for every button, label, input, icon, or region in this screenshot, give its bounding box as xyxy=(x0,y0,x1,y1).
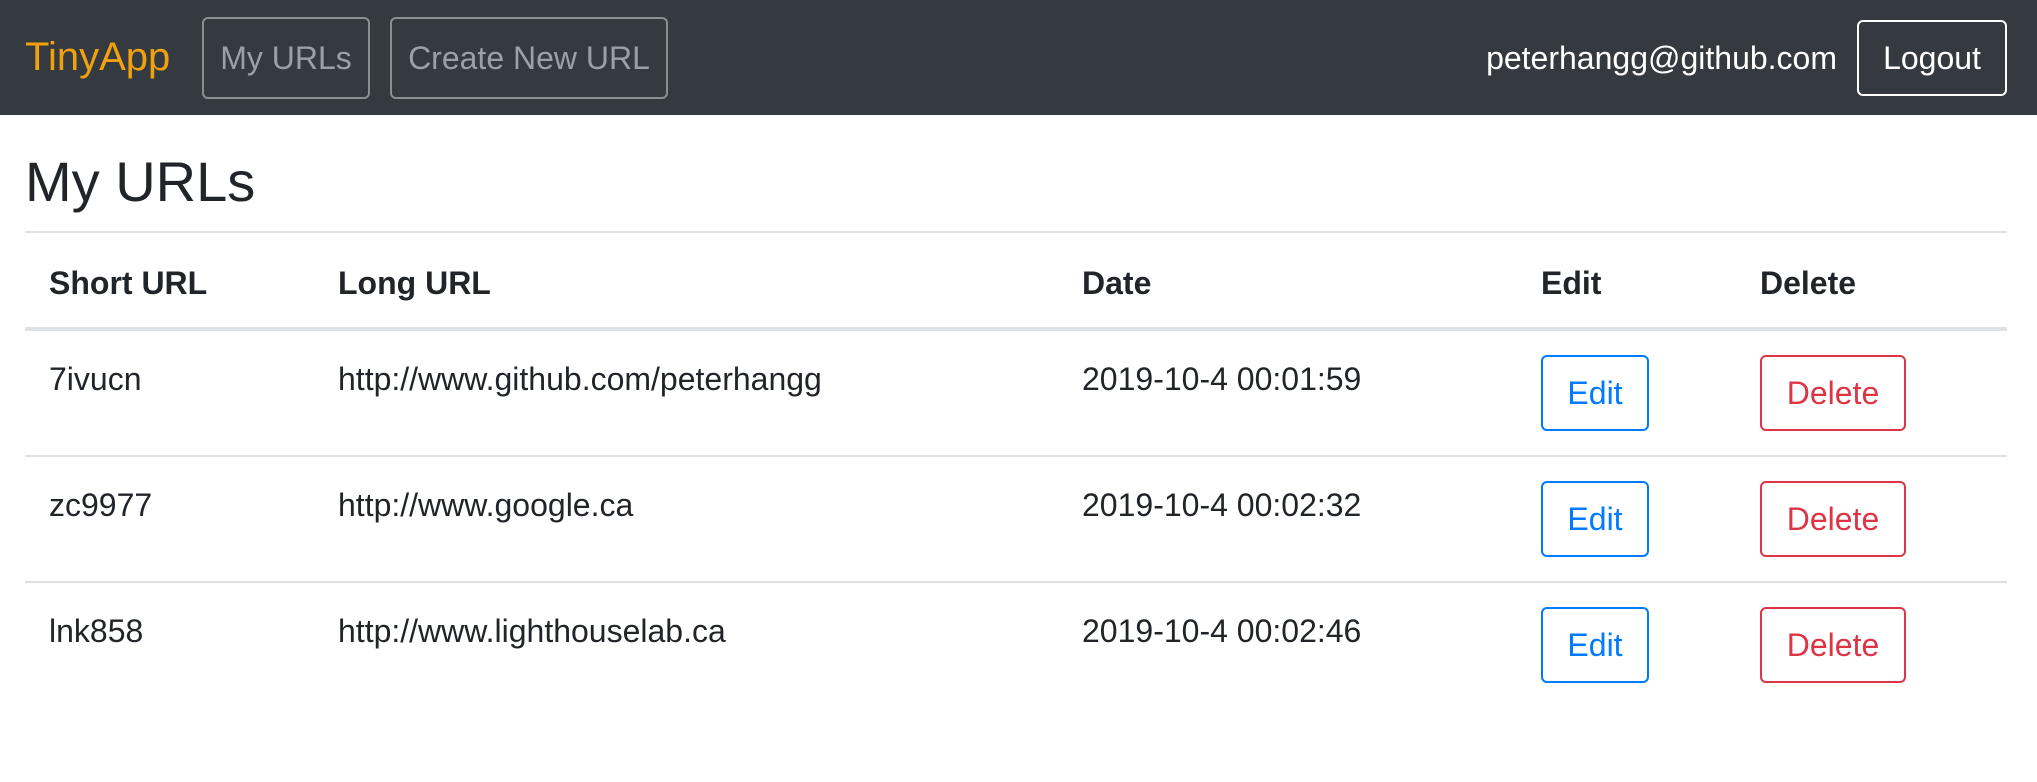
long-url-cell: http://www.google.ca xyxy=(338,487,634,523)
table-row: zc9977 http://www.google.ca 2019-10-4 00… xyxy=(25,457,2007,583)
header-long-url: Long URL xyxy=(338,265,491,301)
long-url-cell: http://www.lighthouselab.ca xyxy=(338,613,726,649)
date-cell: 2019-10-4 00:01:59 xyxy=(1082,361,1362,397)
brand-logo[interactable]: TinyApp xyxy=(25,33,170,81)
table-row: 7ivucn http://www.github.com/peterhangg … xyxy=(25,331,2007,457)
date-cell: 2019-10-4 00:02:32 xyxy=(1082,487,1362,523)
edit-button[interactable]: Edit xyxy=(1541,355,1649,431)
table-row: lnk858 http://www.lighthouselab.ca 2019-… xyxy=(25,583,2007,709)
nav-create-url-button[interactable]: Create New URL xyxy=(390,17,668,99)
page-title: My URLs xyxy=(25,150,256,213)
date-cell: 2019-10-4 00:02:46 xyxy=(1082,613,1362,649)
logout-button[interactable]: Logout xyxy=(1857,20,2007,96)
header-short-url: Short URL xyxy=(49,265,208,301)
delete-button[interactable]: Delete xyxy=(1760,355,1906,431)
nav-my-urls-button[interactable]: My URLs xyxy=(202,17,370,99)
delete-button[interactable]: Delete xyxy=(1760,481,1906,557)
edit-button[interactable]: Edit xyxy=(1541,481,1649,557)
top-navbar: TinyApp My URLs Create New URL peterhang… xyxy=(0,0,2037,115)
edit-button[interactable]: Edit xyxy=(1541,607,1649,683)
short-url-cell: 7ivucn xyxy=(49,361,142,397)
short-url-cell: lnk858 xyxy=(49,613,144,649)
urls-table: Short URL Long URL Date Edit Delete 7ivu… xyxy=(25,231,2007,709)
header-delete: Delete xyxy=(1760,265,1857,301)
header-date: Date xyxy=(1082,265,1152,301)
long-url-cell: http://www.github.com/peterhangg xyxy=(338,361,822,397)
header-edit: Edit xyxy=(1541,265,1602,301)
user-email: peterhangg@github.com xyxy=(1486,40,1837,76)
delete-button[interactable]: Delete xyxy=(1760,607,1906,683)
table-header-row: Short URL Long URL Date Edit Delete xyxy=(25,231,2007,331)
short-url-cell: zc9977 xyxy=(49,487,153,523)
